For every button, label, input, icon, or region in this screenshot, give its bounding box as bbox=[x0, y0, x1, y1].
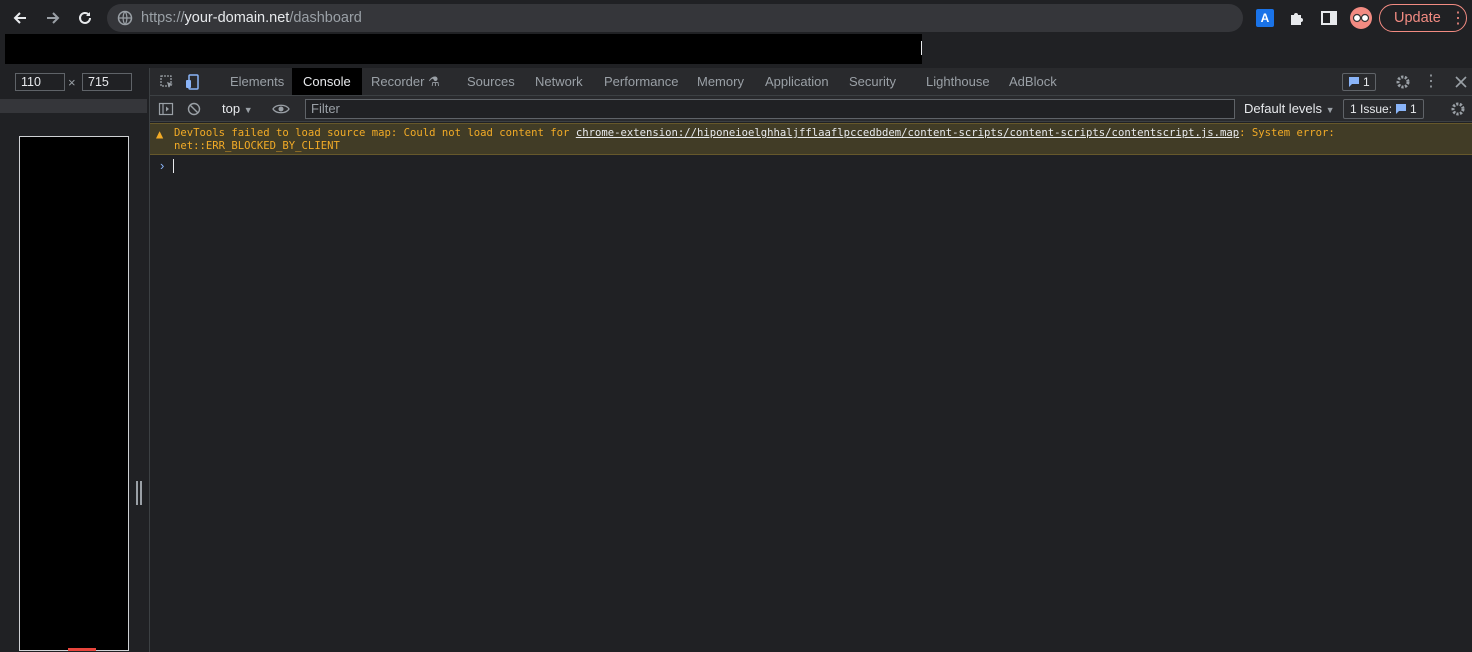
update-label: Update bbox=[1394, 10, 1441, 26]
log-levels-dropdown[interactable]: Default levels ▼ bbox=[1244, 101, 1335, 116]
back-arrow-icon bbox=[13, 12, 26, 24]
dropdown-arrow-icon: ▼ bbox=[243, 105, 253, 115]
console-filter-input[interactable]: Filter bbox=[305, 99, 1235, 119]
tab-network[interactable]: Network bbox=[524, 68, 594, 95]
tab-performance[interactable]: Performance bbox=[593, 68, 689, 95]
warning-prefix: DevTools failed to load source map: Coul… bbox=[174, 127, 576, 139]
tab-sources[interactable]: Sources bbox=[456, 68, 526, 95]
context-value: top bbox=[222, 101, 241, 116]
page-content-redacted bbox=[5, 34, 922, 64]
devtools-menu-icon[interactable]: ⋮ bbox=[1423, 74, 1439, 90]
text-cursor bbox=[921, 41, 922, 55]
console-toolbar: top ▼ Filter Default levels ▼ 1 Issue: 1 bbox=[150, 96, 1472, 122]
issues-counter[interactable]: 1 Issue: 1 bbox=[1343, 99, 1424, 119]
device-toolbar-icon[interactable] bbox=[185, 74, 201, 90]
settings-gear-icon[interactable] bbox=[1395, 74, 1411, 90]
reload-button[interactable] bbox=[72, 6, 98, 30]
url-path: /dashboard bbox=[289, 10, 362, 26]
back-button[interactable] bbox=[7, 6, 33, 30]
tab-adblock[interactable]: AdBlock bbox=[998, 68, 1068, 95]
warning-suffix: : System error: bbox=[1239, 127, 1335, 139]
warning-line-1: DevTools failed to load source map: Coul… bbox=[174, 127, 1335, 139]
forward-arrow-icon bbox=[47, 12, 60, 24]
console-warning-message: ▲ DevTools failed to load source map: Co… bbox=[150, 123, 1472, 155]
browser-toolbar: https://your-domain.net/dashboard A Upda… bbox=[0, 0, 1472, 36]
warning-triangle-icon: ▲ bbox=[156, 127, 164, 141]
sidebar-toggle-icon[interactable] bbox=[158, 101, 174, 117]
forward-button[interactable] bbox=[40, 6, 66, 30]
inspect-element-icon[interactable] bbox=[159, 74, 175, 90]
device-width-input[interactable]: 110 bbox=[15, 73, 65, 91]
tab-security[interactable]: Security bbox=[838, 68, 907, 95]
tab-elements[interactable]: Elements bbox=[219, 68, 295, 95]
tab-memory[interactable]: Memory bbox=[686, 68, 755, 95]
tab-lighthouse[interactable]: Lighthouse bbox=[915, 68, 1001, 95]
javascript-context-select[interactable]: top ▼ bbox=[222, 101, 253, 116]
profile-avatar[interactable] bbox=[1350, 7, 1372, 29]
devtools-tab-bar: Elements Console Recorder ⚗ Sources Network P… bbox=[150, 68, 1472, 96]
url-scheme: https:// bbox=[141, 10, 185, 26]
close-devtools-icon[interactable] bbox=[1453, 74, 1469, 90]
console-prompt-icon: › bbox=[160, 158, 165, 173]
reload-icon bbox=[79, 11, 91, 24]
levels-arrow-icon: ▼ bbox=[1325, 105, 1335, 115]
device-emulation-panel: 110 × 715 bbox=[0, 68, 150, 652]
translate-extension-icon[interactable]: A bbox=[1256, 9, 1274, 27]
url-text: https://your-domain.net/dashboard bbox=[141, 10, 362, 26]
media-query-bar[interactable] bbox=[0, 99, 147, 113]
warning-line-2: net::ERR_BLOCKED_BY_CLIENT bbox=[174, 140, 340, 152]
console-messages-badge[interactable]: 1 bbox=[1342, 73, 1376, 91]
issues-label: 1 Issue: bbox=[1350, 102, 1393, 116]
tab-console[interactable]: Console bbox=[292, 68, 362, 95]
dimension-separator: × bbox=[68, 75, 76, 90]
side-panel-icon[interactable] bbox=[1320, 9, 1338, 27]
browser-menu-icon[interactable]: ⋮ bbox=[1450, 8, 1466, 28]
message-icon bbox=[1349, 77, 1359, 87]
address-bar[interactable]: https://your-domain.net/dashboard bbox=[107, 4, 1243, 32]
issue-message-icon bbox=[1396, 104, 1407, 114]
tab-application[interactable]: Application bbox=[754, 68, 840, 95]
tab-recorder[interactable]: Recorder ⚗ bbox=[360, 68, 451, 95]
device-height-input[interactable]: 715 bbox=[82, 73, 132, 91]
extensions-puzzle-icon[interactable] bbox=[1288, 9, 1306, 27]
console-input-caret[interactable] bbox=[173, 159, 174, 173]
site-info-icon[interactable] bbox=[117, 10, 133, 26]
emulated-device-viewport[interactable] bbox=[19, 136, 129, 651]
viewport-resize-handle[interactable] bbox=[136, 481, 142, 505]
url-host: your-domain.net bbox=[184, 10, 290, 26]
levels-label: Default levels bbox=[1244, 101, 1323, 116]
viewport-content-fragment bbox=[68, 648, 96, 651]
console-settings-gear-icon[interactable] bbox=[1450, 101, 1466, 117]
source-map-link[interactable]: chrome-extension://hiponeioelghhaljfflaa… bbox=[576, 127, 1239, 139]
live-expression-eye-icon[interactable] bbox=[272, 101, 290, 117]
message-count: 1 bbox=[1363, 75, 1370, 89]
issues-count: 1 bbox=[1410, 102, 1417, 116]
clear-console-icon[interactable] bbox=[186, 101, 202, 117]
